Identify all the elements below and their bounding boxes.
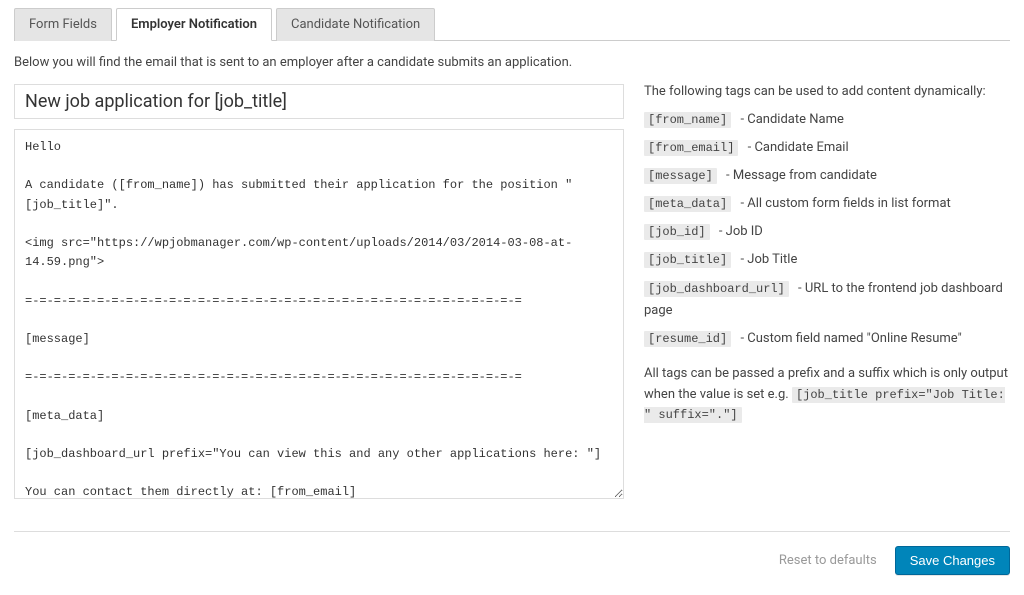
tag-row: [resume_id] - Custom field named "Online…: [644, 328, 1010, 350]
tags-heading: The following tags can be used to add co…: [644, 84, 1010, 99]
tag-code: [resume_id]: [644, 331, 731, 347]
intro-text: Below you will find the email that is se…: [14, 55, 1010, 70]
email-body-textarea[interactable]: [14, 129, 624, 499]
right-column: The following tags can be used to add co…: [644, 84, 1010, 503]
tab-candidate-notification[interactable]: Candidate Notification: [276, 8, 435, 41]
tag-code: [job_title]: [644, 252, 731, 268]
tag-code: [job_id]: [644, 224, 710, 240]
tag-list: [from_name] - Candidate Name [from_email…: [644, 109, 1010, 350]
tab-form-fields[interactable]: Form Fields: [14, 8, 112, 41]
tag-code: [from_email]: [644, 140, 738, 156]
tag-code: [from_name]: [644, 112, 731, 128]
left-column: [14, 84, 624, 503]
tag-row: [meta_data] - All custom form fields in …: [644, 193, 1010, 215]
tag-desc: - Job ID: [716, 224, 763, 239]
tag-row: [job_dashboard_url] - URL to the fronten…: [644, 278, 1010, 322]
tag-row: [from_email] - Candidate Email: [644, 137, 1010, 159]
tag-code: [meta_data]: [644, 196, 731, 212]
tag-desc: - Candidate Name: [737, 112, 844, 127]
tag-desc: - Candidate Email: [744, 140, 848, 155]
tag-desc: - All custom form fields in list format: [737, 196, 951, 211]
email-subject-input[interactable]: [14, 84, 624, 119]
tag-code: [job_dashboard_url]: [644, 281, 789, 297]
tag-row: [job_id] - Job ID: [644, 221, 1010, 243]
tag-row: [message] - Message from candidate: [644, 165, 1010, 187]
tag-note: All tags can be passed a prefix and a su…: [644, 364, 1010, 426]
tag-row: [from_name] - Candidate Name: [644, 109, 1010, 131]
tab-employer-notification[interactable]: Employer Notification: [116, 8, 272, 41]
tabs: Form Fields Employer Notification Candid…: [14, 8, 1010, 41]
tag-row: [job_title] - Job Title: [644, 249, 1010, 271]
save-changes-button[interactable]: Save Changes: [895, 546, 1010, 575]
tag-desc: - Message from candidate: [723, 168, 877, 183]
tag-desc: - Job Title: [737, 252, 797, 267]
tag-desc: - Custom field named "Online Resume": [737, 331, 962, 346]
tag-code: [message]: [644, 168, 717, 184]
footer: Reset to defaults Save Changes: [14, 531, 1010, 575]
content: The following tags can be used to add co…: [14, 84, 1010, 503]
reset-to-defaults-link[interactable]: Reset to defaults: [779, 553, 877, 568]
